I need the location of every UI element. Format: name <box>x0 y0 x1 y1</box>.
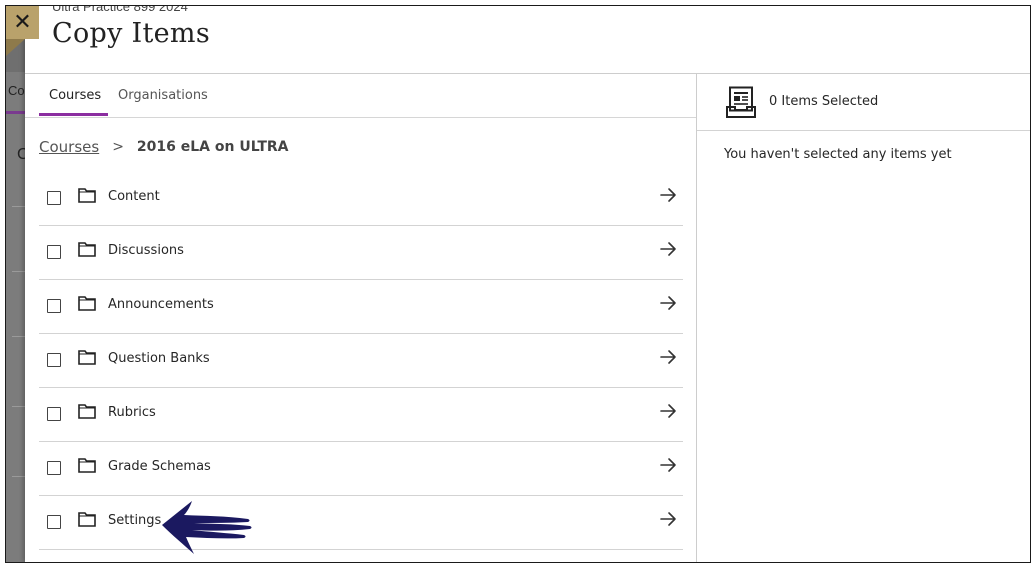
arrow-right-icon[interactable] <box>659 240 677 258</box>
items-selected-count: 0 Items Selected <box>769 94 879 109</box>
course-label: Ultra Practice 899 2024 <box>52 5 188 14</box>
tab-organisations[interactable]: Organisations <box>118 88 208 103</box>
background-heading: C <box>17 146 25 164</box>
item-checkbox[interactable] <box>47 407 61 421</box>
folder-icon <box>78 242 96 257</box>
empty-selection-message: You haven't selected any items yet <box>724 147 952 162</box>
close-icon: ✕ <box>13 10 32 35</box>
list-item-question-banks[interactable]: Question Banks <box>39 334 683 388</box>
tab-courses[interactable]: Courses <box>49 88 101 103</box>
arrow-right-icon[interactable] <box>659 294 677 312</box>
item-checkbox[interactable] <box>47 245 61 259</box>
item-label: Discussions <box>108 243 184 258</box>
item-checkbox[interactable] <box>47 191 61 205</box>
background-tab: Co <box>8 83 25 98</box>
arrow-right-icon[interactable] <box>659 348 677 366</box>
item-label: Question Banks <box>108 351 210 366</box>
list-item-rubrics[interactable]: Rubrics <box>39 388 683 442</box>
list-item-announcements[interactable]: Announcements <box>39 280 683 334</box>
folder-icon <box>78 350 96 365</box>
folder-icon <box>78 188 96 203</box>
arrow-right-icon[interactable] <box>659 510 677 528</box>
arrow-right-icon[interactable] <box>659 186 677 204</box>
item-checkbox[interactable] <box>47 353 61 367</box>
item-label: Rubrics <box>108 405 156 420</box>
item-checkbox[interactable] <box>47 299 61 313</box>
item-label: Content <box>108 189 160 204</box>
annotation-arrow-icon <box>162 501 252 554</box>
breadcrumb: Courses > 2016 eLA on ULTRA <box>39 138 288 156</box>
folder-icon <box>78 404 96 419</box>
item-checkbox[interactable] <box>47 515 61 529</box>
item-checkbox[interactable] <box>47 461 61 475</box>
screenshot-frame: Co C ✕ Ultra Practice 899 2024 Copy Item… <box>5 5 1031 563</box>
close-button[interactable]: ✕ <box>6 6 39 39</box>
active-tab-indicator <box>39 113 108 116</box>
selection-header: 0 Items Selected <box>697 74 1030 131</box>
page-title: Copy Items <box>52 18 210 49</box>
breadcrumb-separator: > <box>112 139 124 155</box>
background-page: Co C <box>6 6 25 562</box>
selection-pane: 0 Items Selected You haven't selected an… <box>697 74 1030 562</box>
folder-icon <box>78 512 96 527</box>
arrow-right-icon[interactable] <box>659 402 677 420</box>
list-item-grade-schemas[interactable]: Grade Schemas <box>39 442 683 496</box>
source-pane: Courses Organisations Courses > 2016 eLA… <box>25 74 697 562</box>
item-label: Grade Schemas <box>108 459 211 474</box>
folder-icon <box>78 296 96 311</box>
panel-header: Ultra Practice 899 2024 Copy Items <box>25 6 1030 74</box>
breadcrumb-current: 2016 eLA on ULTRA <box>136 139 289 155</box>
item-label: Announcements <box>108 297 214 312</box>
item-list: Content Discussions Announcements Question … <box>39 172 683 550</box>
copy-items-panel: Ultra Practice 899 2024 Copy Items Cours… <box>25 6 1030 562</box>
arrow-right-icon[interactable] <box>659 456 677 474</box>
breadcrumb-courses-link[interactable]: Courses <box>39 138 99 156</box>
list-item-content[interactable]: Content <box>39 172 683 226</box>
inbox-tray-icon <box>726 86 756 118</box>
tab-bar: Courses Organisations <box>25 74 696 118</box>
folder-icon <box>78 458 96 473</box>
list-item-discussions[interactable]: Discussions <box>39 226 683 280</box>
list-item-settings[interactable]: Settings <box>39 496 683 550</box>
item-label: Settings <box>108 513 162 528</box>
